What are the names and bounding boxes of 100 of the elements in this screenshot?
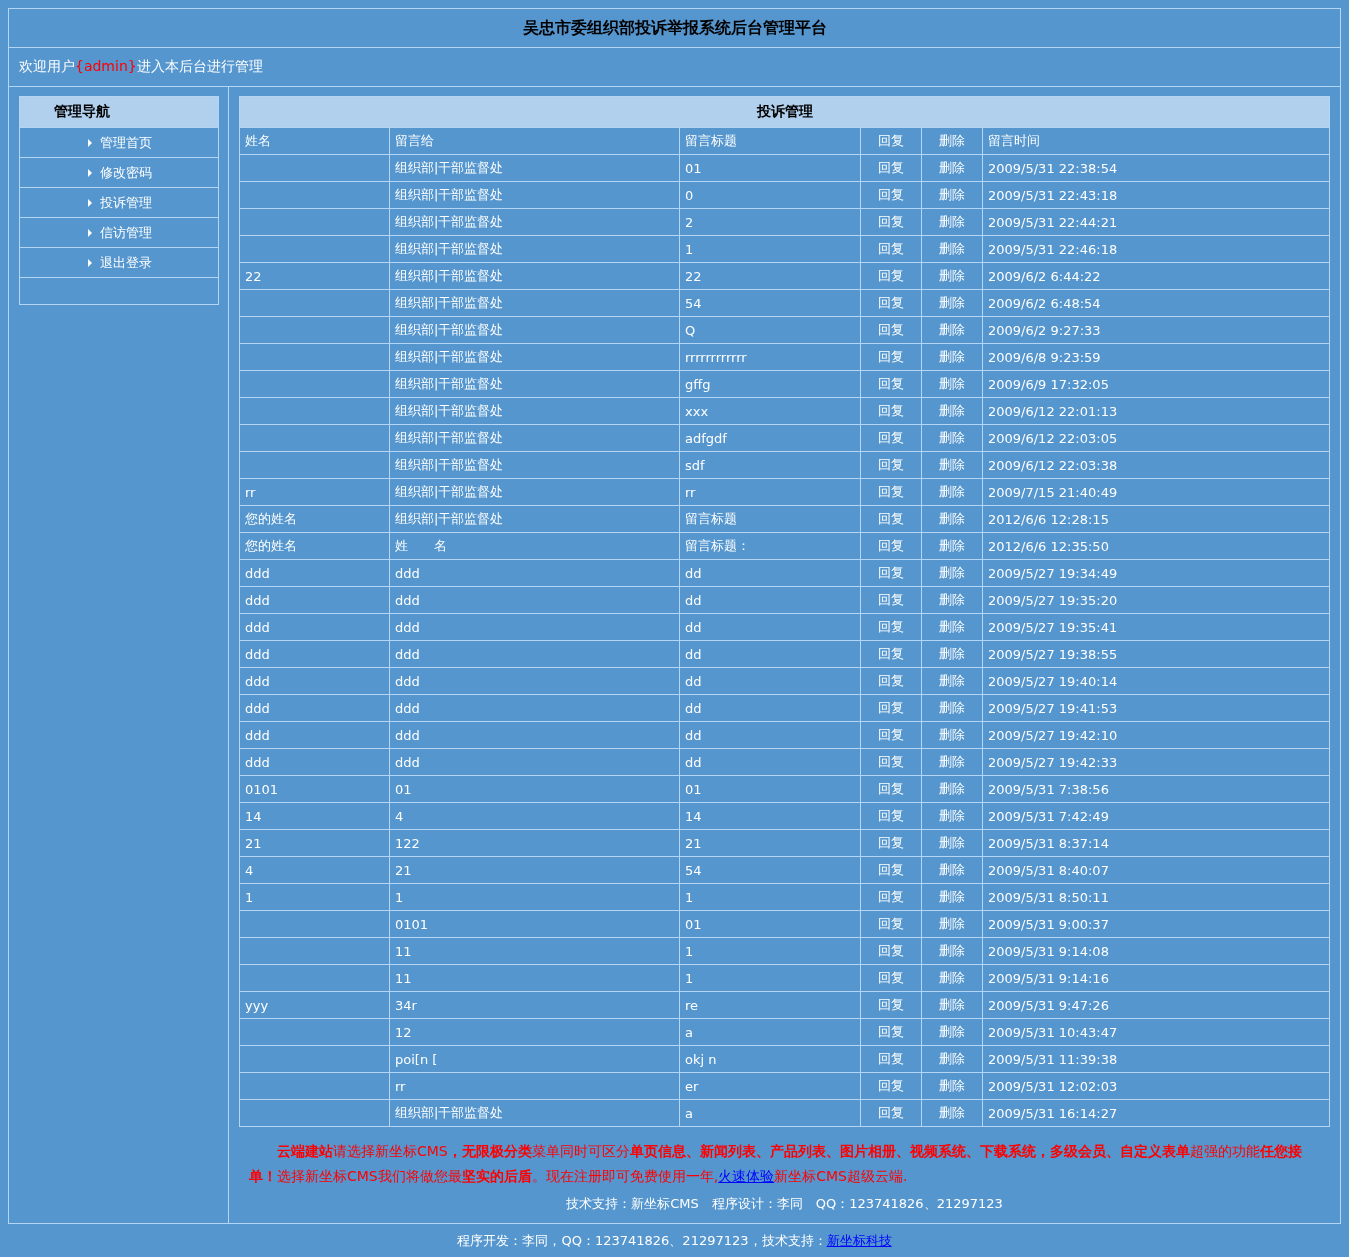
footer-text: 程序开发：李同，QQ：123741826、21297123，技术支持：新坐标科技 (456, 1232, 893, 1250)
promo-link[interactable]: 火速体验 (718, 1168, 775, 1184)
table-cell: a (679, 1099, 861, 1127)
table-cell: ddd (239, 694, 390, 722)
table-cell: 2009/5/31 11:39:38 (982, 1045, 1330, 1073)
nav-item[interactable]: 投诉管理 (20, 188, 218, 218)
promo-text: 云端建站请选择新坐标CMS，无限极分类菜单同时可区分单页信息、新闻列表、产品列表、图片相册、视频系统、下载系统，多级会员、自定义表单超强的功能任您接单！选择新坐标CMS我们将做您最坚实的后盾。现在注册即可免费使用一年,火速体验新坐标CMS超级云端. (249, 1142, 1303, 1186)
table-cell: 您的姓名 (239, 505, 390, 533)
table-cell: 2009/5/27 19:35:41 (982, 613, 1330, 641)
table-cell: 2009/7/15 21:40:49 (982, 478, 1330, 506)
table-cell: 2009/6/9 17:32:05 (982, 370, 1330, 398)
table-cell: 组织部|干部监督处 (389, 262, 680, 290)
table-cell: 2009/6/12 22:03:38 (982, 451, 1330, 479)
table-cell: 1 (679, 883, 861, 911)
column-header: 姓名 (239, 127, 390, 155)
table-cell: 4 (389, 802, 680, 830)
nav-item[interactable]: 管理首页 (20, 128, 218, 158)
nav-item[interactable]: 退出登录 (20, 248, 218, 278)
welcome-text: 欢迎用户{admin}进入本后台进行管理 (19, 58, 263, 76)
table-cell: 2009/5/31 22:43:18 (982, 181, 1330, 209)
table-cell: 2012/6/6 12:28:15 (982, 505, 1330, 533)
table-cell: 1 (239, 883, 390, 911)
nav-item[interactable]: 信访管理 (20, 218, 218, 248)
footer-link[interactable]: 新坐标科技 (826, 1233, 892, 1248)
table-cell: 组织部|干部监督处 (389, 343, 680, 371)
nav-title: 管理导航 (20, 97, 218, 128)
column-header: 回复 (860, 127, 922, 155)
table-cell: 2009/5/31 22:38:54 (982, 154, 1330, 182)
table-cell: rr (239, 478, 390, 506)
table-cell: dd (679, 559, 861, 587)
table-cell: ddd (389, 559, 680, 587)
table-cell: 1 (389, 883, 680, 911)
table-cell: ddd (389, 694, 680, 722)
table-cell: 14 (239, 802, 390, 830)
table-cell: a (679, 1018, 861, 1046)
triangle-icon (88, 228, 92, 237)
table-cell: 组织部|干部监督处 (389, 424, 680, 452)
table-cell: 2009/5/31 22:46:18 (982, 235, 1330, 263)
table-cell: 0 (679, 181, 861, 209)
table-cell: ddd (389, 586, 680, 614)
table-cell: ddd (389, 721, 680, 749)
column-header: 留言时间 (982, 127, 1330, 155)
table-cell: 4 (239, 856, 390, 884)
table-cell: 22 (239, 262, 390, 290)
table-cell: 11 (389, 964, 680, 992)
table-cell: 组织部|干部监督处 (389, 1099, 680, 1127)
table-cell: 2009/5/31 8:40:07 (982, 856, 1330, 884)
table-cell: 2009/6/12 22:03:05 (982, 424, 1330, 452)
table-cell: okj n (679, 1045, 861, 1073)
table-cell: dd (679, 640, 861, 668)
table-cell: dd (679, 748, 861, 776)
table-cell: 22 (679, 262, 861, 290)
table-cell: 2009/6/12 22:01:13 (982, 397, 1330, 425)
table-cell: ddd (239, 586, 390, 614)
table-cell: 组织部|干部监督处 (389, 154, 680, 182)
table-cell: re (679, 991, 861, 1019)
table-cell: 11 (389, 937, 680, 965)
table-cell: yyy (239, 991, 390, 1019)
nav-item[interactable]: 修改密码 (20, 158, 218, 188)
table-cell: 54 (679, 856, 861, 884)
table-cell: 2009/5/31 12:02:03 (982, 1072, 1330, 1100)
table-cell: 组织部|干部监督处 (389, 181, 680, 209)
table-cell: 2009/5/31 9:14:16 (982, 964, 1330, 992)
table-cell: 54 (679, 289, 861, 317)
table-cell: 21 (679, 829, 861, 857)
column-header: 留言给 (389, 127, 680, 155)
table-cell: ddd (389, 667, 680, 695)
table-cell: ddd (239, 559, 390, 587)
column-header: 删除 (921, 127, 983, 155)
table-cell: 留言标题： (679, 532, 861, 560)
table-cell: 2009/6/2 9:27:33 (982, 316, 1330, 344)
table-cell: 组织部|干部监督处 (389, 370, 680, 398)
table-cell: 12 (389, 1018, 680, 1046)
table-cell: rr (679, 478, 861, 506)
page-title: 吴忠市委组织部投诉举报系统后台管理平台 (522, 17, 827, 39)
table-cell: 2009/5/31 9:47:26 (982, 991, 1330, 1019)
table-cell: ddd (239, 667, 390, 695)
triangle-icon (88, 168, 92, 177)
table-cell: 2009/5/31 8:37:14 (982, 829, 1330, 857)
table-cell: 2009/5/31 9:00:37 (982, 910, 1330, 938)
table-cell: 组织部|干部监督处 (389, 505, 680, 533)
table-cell: 01 (679, 775, 861, 803)
table-cell: 1 (679, 235, 861, 263)
triangle-icon (88, 198, 92, 207)
table-cell: 组织部|干部监督处 (389, 316, 680, 344)
table-cell: 2009/5/27 19:35:20 (982, 586, 1330, 614)
table-cell: ddd (239, 721, 390, 749)
table-cell: 2009/6/2 6:44:22 (982, 262, 1330, 290)
table-cell: 您的姓名 (239, 532, 390, 560)
table-cell: ddd (239, 748, 390, 776)
table-cell: ddd (389, 748, 680, 776)
table-cell: dd (679, 667, 861, 695)
table-cell: 组织部|干部监督处 (389, 208, 680, 236)
table-cell: 2012/6/6 12:35:50 (982, 532, 1330, 560)
table-cell: dd (679, 694, 861, 722)
table-cell: poi[n [ (389, 1045, 680, 1073)
table-cell: 1 (679, 964, 861, 992)
table-cell: 组织部|干部监督处 (389, 478, 680, 506)
table-cell: 122 (389, 829, 680, 857)
table-cell: 0101 (389, 910, 680, 938)
